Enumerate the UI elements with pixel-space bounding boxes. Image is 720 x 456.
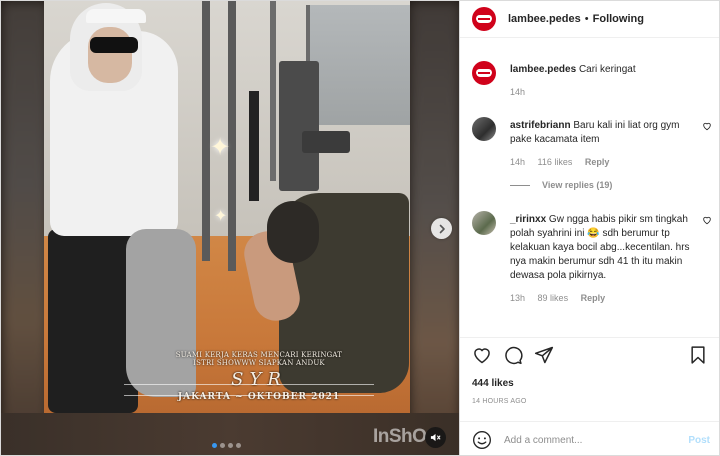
overlay-line-1: SUAMI KERJA KERAS MENCARI KERINGAT bbox=[175, 351, 343, 359]
inshot-watermark: InShO bbox=[373, 426, 427, 447]
view-replies-label[interactable]: View replies (19) bbox=[542, 180, 612, 190]
sparkle-icon: ✦ bbox=[210, 134, 231, 161]
caption-meta: 14h bbox=[510, 85, 700, 99]
comment-meta: 13h 89 likes Reply bbox=[510, 291, 700, 305]
following-button[interactable]: Following bbox=[593, 13, 644, 25]
trx-strap bbox=[249, 91, 259, 201]
post-caption: lambee.pedes Cari keringat 14h bbox=[472, 61, 712, 101]
lips-logo-icon bbox=[476, 69, 492, 77]
commenter-avatar[interactable] bbox=[472, 211, 496, 235]
composer-divider bbox=[460, 421, 719, 422]
caption-time: 14h bbox=[510, 87, 526, 97]
smiley-icon[interactable] bbox=[472, 430, 492, 450]
view-replies-line bbox=[510, 184, 530, 186]
header-divider bbox=[460, 37, 719, 38]
carousel-indicator bbox=[212, 443, 241, 448]
reply-button[interactable]: Reply bbox=[585, 157, 610, 167]
share-icon[interactable] bbox=[534, 345, 554, 365]
comment-likes[interactable]: 89 likes bbox=[538, 293, 569, 303]
heart-icon[interactable] bbox=[702, 215, 712, 225]
comment-body: _ririnxx Gw ngga habis pikir sm tingkah … bbox=[510, 213, 700, 305]
carousel-dot bbox=[236, 443, 241, 448]
comment-body: astrifebriann Baru kali ini liat org gym… bbox=[510, 119, 700, 169]
comment-item: _ririnxx Gw ngga habis pikir sm tingkah … bbox=[472, 211, 712, 321]
overlay-rule bbox=[124, 395, 374, 396]
gym-bench bbox=[302, 131, 350, 153]
gym-window bbox=[306, 5, 410, 125]
heart-icon[interactable] bbox=[702, 121, 712, 131]
blurred-background-left bbox=[1, 1, 49, 455]
caption-text: Cari keringat bbox=[578, 64, 636, 75]
carousel-dot bbox=[212, 443, 217, 448]
caption-author-avatar[interactable] bbox=[472, 61, 496, 85]
view-replies-button[interactable]: View replies (19) bbox=[510, 180, 612, 190]
post-sidebar: lambee.pedes • Following lambee.pedes Ca… bbox=[460, 0, 720, 456]
mute-button[interactable] bbox=[425, 427, 446, 448]
next-slide-button[interactable] bbox=[431, 218, 452, 239]
comment-icon[interactable] bbox=[503, 345, 523, 365]
sunglasses bbox=[90, 37, 138, 53]
post-actions bbox=[472, 345, 708, 367]
header-separator: • bbox=[584, 13, 589, 25]
overlay-line-2: ISTRI SHOWWW SIAPKAN ANDUK bbox=[193, 359, 325, 367]
post-header: lambee.pedes • Following bbox=[460, 1, 719, 37]
actions-divider bbox=[460, 337, 719, 338]
overlay-monogram: SYR bbox=[231, 369, 287, 390]
bookmark-icon[interactable] bbox=[688, 345, 708, 365]
man-head bbox=[267, 201, 319, 263]
carousel-dot bbox=[228, 443, 233, 448]
reply-button[interactable]: Reply bbox=[581, 293, 606, 303]
comment-time: 14h bbox=[510, 157, 526, 167]
comment-author[interactable]: astrifebriann bbox=[510, 120, 571, 131]
commenter-avatar[interactable] bbox=[472, 117, 496, 141]
overlay-rule bbox=[124, 384, 374, 385]
heart-icon[interactable] bbox=[472, 345, 492, 365]
woman-cap bbox=[86, 9, 146, 23]
gym-pole bbox=[202, 1, 210, 261]
woman-face bbox=[88, 27, 132, 83]
gym-pole bbox=[270, 1, 276, 181]
comment-likes[interactable]: 116 likes bbox=[538, 157, 573, 167]
caption-author[interactable]: lambee.pedes bbox=[510, 64, 576, 75]
video-frame[interactable]: ✦ ✦ SUAMI KERJA KERAS MENCARI KERINGAT I… bbox=[44, 1, 410, 413]
comment-time: 13h bbox=[510, 293, 526, 303]
comment-composer: Add a comment... Post bbox=[472, 429, 710, 451]
woman-legs bbox=[48, 229, 138, 413]
overlay-line-4: JAKARTA ~ OKTOBER 2021 bbox=[177, 392, 341, 402]
comment-meta: 14h 116 likes Reply bbox=[510, 155, 700, 169]
carousel-dot bbox=[220, 443, 225, 448]
lips-logo-icon bbox=[476, 15, 492, 23]
mute-icon bbox=[430, 433, 441, 442]
author-username[interactable]: lambee.pedes bbox=[508, 13, 581, 25]
author-avatar[interactable] bbox=[472, 7, 496, 31]
comment-author[interactable]: _ririnxx bbox=[510, 214, 546, 225]
comment-input[interactable]: Add a comment... bbox=[504, 435, 688, 446]
gym-machine bbox=[279, 61, 319, 191]
post-comment-button[interactable]: Post bbox=[688, 435, 710, 446]
like-count[interactable]: 444 likes bbox=[472, 378, 514, 389]
chevron-right-icon bbox=[439, 224, 445, 233]
caption-body: lambee.pedes Cari keringat 14h bbox=[510, 63, 700, 99]
post-timestamp[interactable]: 14 HOURS AGO bbox=[472, 398, 527, 405]
comment-item: astrifebriann Baru kali ini liat org gym… bbox=[472, 117, 712, 169]
post-media[interactable]: ✦ ✦ SUAMI KERJA KERAS MENCARI KERINGAT I… bbox=[0, 0, 460, 456]
sparkle-icon: ✦ bbox=[214, 208, 228, 225]
